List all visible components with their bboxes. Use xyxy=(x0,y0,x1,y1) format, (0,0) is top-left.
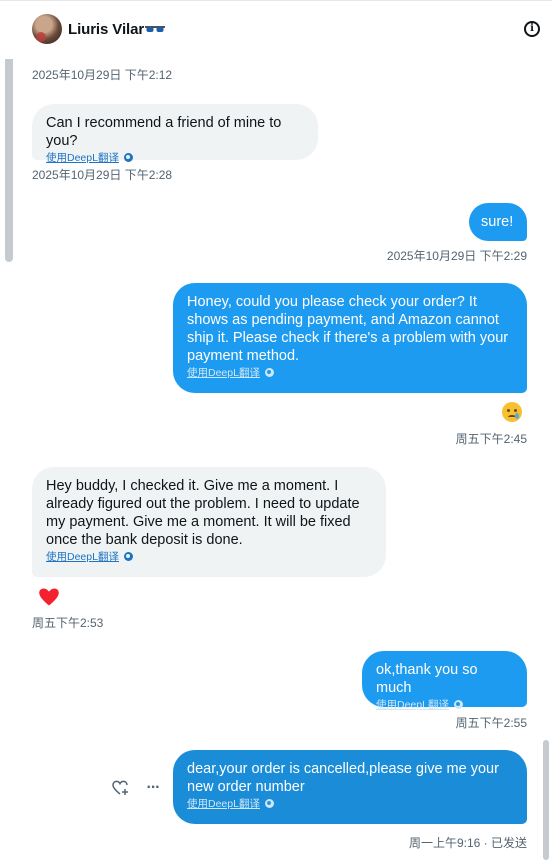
info-icon[interactable]: i xyxy=(524,21,540,37)
message-text: Hey buddy, I checked it. Give me a momen… xyxy=(46,478,360,548)
message-bubble-outgoing[interactable]: Honey, could you please check your order… xyxy=(173,283,527,393)
deepl-icon xyxy=(264,798,274,808)
scrollbar-right[interactable] xyxy=(543,740,549,860)
message-bubble-incoming[interactable]: Can I recommend a friend of mine to you?… xyxy=(32,104,318,164)
message-bubble-incoming[interactable]: Hey buddy, I checked it. Give me a momen… xyxy=(32,467,386,577)
message-text: dear,your order is cancelled,please give… xyxy=(187,761,499,795)
message-bubble-outgoing[interactable]: sure! xyxy=(469,203,527,241)
deepl-icon xyxy=(123,152,133,162)
message-text: ok,thank you so much xyxy=(376,662,478,696)
translate-link[interactable]: 使用DeepL翻译 xyxy=(46,550,372,564)
message-text: Can I recommend a friend of mine to you? xyxy=(46,115,282,149)
deepl-icon xyxy=(264,367,274,377)
deepl-icon xyxy=(123,551,133,561)
message-bubble-outgoing[interactable]: ok,thank you so much 使用DeepL翻译 xyxy=(362,651,527,711)
message-timestamp: 2025年10月29日 下午2:29 xyxy=(386,249,527,263)
message-timestamp: 周五下午2:45 xyxy=(455,432,527,446)
heart-reaction-icon xyxy=(38,587,60,612)
add-reaction-icon[interactable] xyxy=(112,779,130,797)
deepl-icon xyxy=(453,699,463,709)
message-timestamp: 2025年10月29日 下午2:28 xyxy=(32,168,173,182)
message-text: sure! xyxy=(481,214,514,230)
message-text: Honey, could you please check your order… xyxy=(187,294,509,364)
translate-link[interactable]: 使用DeepL翻译 xyxy=(187,366,513,380)
translate-link[interactable]: 使用DeepL翻译 xyxy=(46,151,304,165)
conversation-header: Liuris Vilar i xyxy=(0,0,552,59)
message-timestamp: 2025年10月29日 下午2:12 xyxy=(32,68,173,82)
message-timestamp: 周五下午2:53 xyxy=(32,616,104,630)
contact-name[interactable]: Liuris Vilar xyxy=(68,21,166,39)
avatar[interactable] xyxy=(32,14,62,44)
translate-link[interactable]: 使用DeepL翻译 xyxy=(376,698,513,712)
crying-face-reaction-icon xyxy=(502,402,522,422)
message-bubble-outgoing[interactable]: dear,your order is cancelled,please give… xyxy=(173,750,527,824)
message-timestamp: 周一上午9:16 · 已发送 xyxy=(408,836,527,850)
more-options-icon[interactable]: ··· xyxy=(144,779,162,797)
sunglasses-icon xyxy=(145,22,166,39)
message-timestamp: 周五下午2:55 xyxy=(455,716,527,730)
translate-link[interactable]: 使用DeepL翻译 xyxy=(187,797,513,811)
